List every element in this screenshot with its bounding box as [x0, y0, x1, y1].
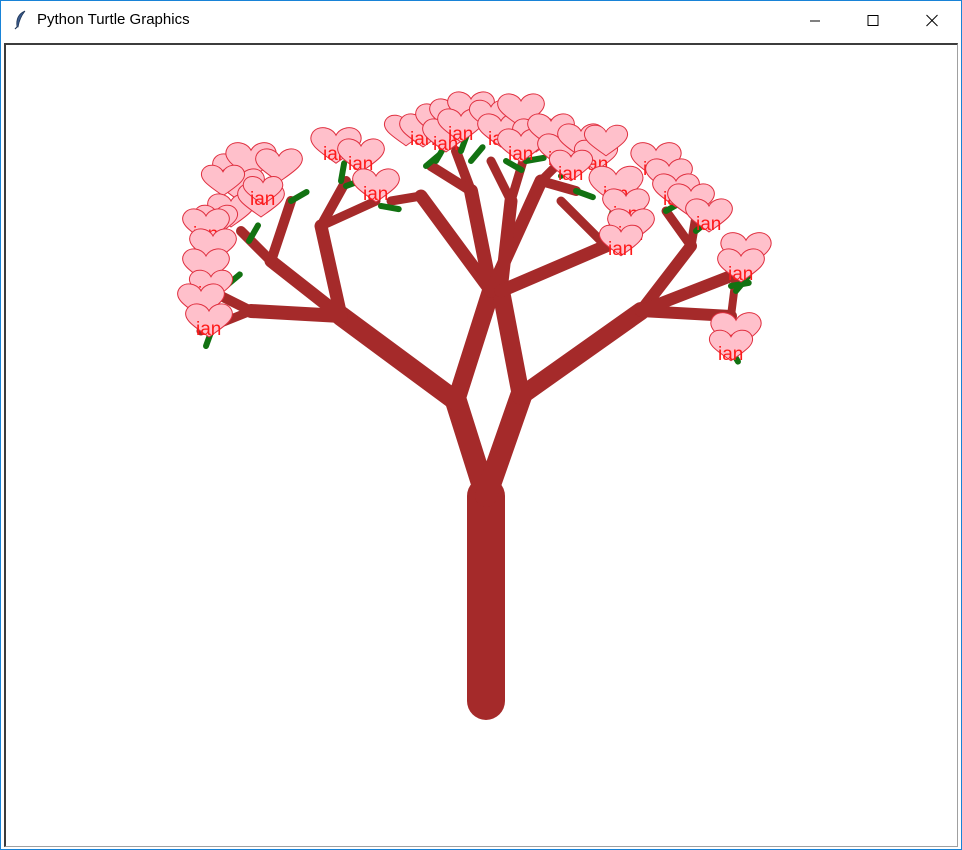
leaf-label: ian	[363, 184, 388, 205]
maximize-button[interactable]	[844, 1, 902, 40]
branch	[512, 302, 650, 405]
branch	[494, 194, 518, 298]
branch	[475, 385, 532, 507]
tree-branches	[196, 146, 743, 720]
leaf-label: ian	[448, 124, 473, 145]
twig	[378, 203, 402, 213]
branch	[331, 306, 466, 411]
turtle-canvas[interactable]: ian ian ian ian ian ian ian ian ian ian ian ian ian i…	[4, 43, 958, 847]
leaf-label: ian	[196, 319, 221, 340]
twig	[338, 160, 348, 184]
twig	[288, 189, 310, 204]
twig	[573, 188, 596, 201]
minimize-icon	[810, 20, 820, 22]
leaf-label: ian	[508, 144, 533, 165]
branch	[236, 226, 276, 266]
title-bar[interactable]: Python Turtle Graphics	[1, 1, 961, 40]
twig	[246, 222, 261, 244]
branch	[661, 206, 696, 251]
branch	[556, 196, 611, 251]
turtle-window: Python Turtle Graphics ian ian ian ian ian ia…	[0, 0, 962, 850]
leaf-label: ian	[250, 189, 275, 210]
leaf-label: ian	[718, 344, 743, 365]
minimize-button[interactable]	[786, 1, 844, 40]
branch	[447, 282, 500, 410]
tree-drawing: ianianian ianianianianianian ianianianiani…	[177, 91, 772, 720]
leaf-label: ian	[608, 239, 633, 260]
leaf-label: ian	[728, 264, 753, 285]
branch	[386, 191, 426, 206]
close-button[interactable]	[903, 1, 961, 40]
leaf-label: ian	[696, 214, 721, 235]
maximize-icon	[867, 15, 879, 26]
branch	[494, 239, 613, 298]
branch	[486, 156, 516, 206]
window-title: Python Turtle Graphics	[37, 11, 190, 28]
feather-icon	[13, 10, 29, 30]
branch	[266, 196, 296, 266]
twig	[468, 144, 486, 164]
leaf-label: ian	[558, 164, 583, 185]
close-icon	[926, 14, 938, 27]
branch	[492, 282, 530, 405]
